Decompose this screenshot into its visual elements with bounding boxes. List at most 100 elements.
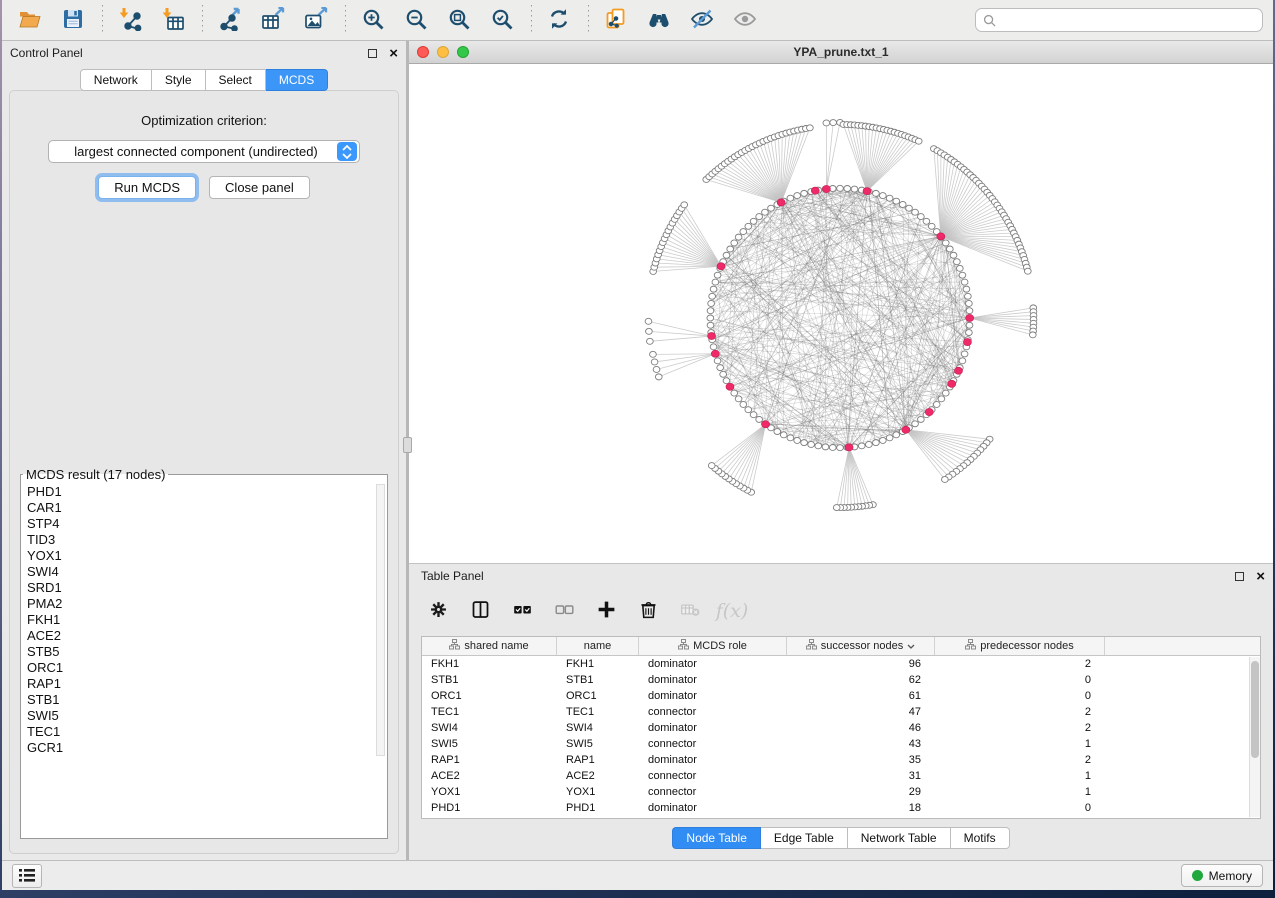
- show-all-button[interactable]: [727, 4, 763, 36]
- table-scrollbar-thumb[interactable]: [1251, 661, 1259, 758]
- zoom-in-icon: [361, 7, 385, 34]
- open-file-button[interactable]: [12, 4, 48, 36]
- delete-row-button[interactable]: [633, 596, 663, 626]
- mcds-result-item[interactable]: SRD1: [27, 580, 381, 596]
- select-all-button[interactable]: [507, 596, 537, 626]
- vertical-splitter[interactable]: [406, 41, 409, 860]
- export-image-button[interactable]: [298, 4, 334, 36]
- table-cell: YOX1: [422, 786, 557, 798]
- unselect-all-icon: [554, 599, 575, 623]
- close-panel-button[interactable]: Close panel: [209, 176, 310, 199]
- table-row[interactable]: FKH1FKH1dominator962: [422, 656, 1260, 672]
- table-cell: STB1: [422, 674, 557, 686]
- mcds-result-item[interactable]: PMA2: [27, 596, 381, 612]
- mcds-result-item[interactable]: FKH1: [27, 612, 381, 628]
- tab-network-table[interactable]: Network Table: [848, 827, 951, 849]
- save-session-button[interactable]: [55, 4, 91, 36]
- tab-motifs[interactable]: Motifs: [951, 827, 1010, 849]
- table-row[interactable]: ORC1ORC1dominator610: [422, 688, 1260, 704]
- table-cell: 47: [787, 706, 935, 718]
- import-network-button[interactable]: [112, 4, 148, 36]
- column-header-predecessor-nodes[interactable]: predecessor nodes: [935, 637, 1105, 655]
- task-history-button[interactable]: [12, 864, 42, 888]
- tab-network[interactable]: Network: [80, 69, 152, 91]
- first-neighbors-button[interactable]: [641, 4, 677, 36]
- settings-button[interactable]: [423, 596, 453, 626]
- mcds-result-item[interactable]: STP4: [27, 516, 381, 532]
- network-window-title: YPA_prune.txt_1: [409, 45, 1273, 59]
- memory-button[interactable]: Memory: [1181, 864, 1263, 887]
- toolbar-separator: [588, 5, 589, 35]
- mcds-result-item[interactable]: STB5: [27, 644, 381, 660]
- tab-node-table[interactable]: Node Table: [672, 827, 761, 849]
- export-network-button[interactable]: [212, 4, 248, 36]
- unselect-all-button[interactable]: [549, 596, 579, 626]
- tab-edge-table[interactable]: Edge Table: [761, 827, 848, 849]
- column-header-shared-name[interactable]: shared name: [422, 637, 557, 655]
- float-table-panel-icon[interactable]: [1235, 572, 1244, 581]
- table-row[interactable]: SWI5SWI5connector431: [422, 736, 1260, 752]
- network-canvas[interactable]: [409, 64, 1273, 563]
- network-window-titlebar[interactable]: YPA_prune.txt_1: [409, 41, 1273, 64]
- mcds-result-item[interactable]: SWI5: [27, 708, 381, 724]
- select-all-icon: [512, 599, 533, 623]
- mcds-list-scrollbar[interactable]: [376, 484, 385, 756]
- close-table-panel-icon[interactable]: ×: [1256, 572, 1265, 581]
- table-row[interactable]: SWI4SWI4dominator462: [422, 720, 1260, 736]
- column-label: predecessor nodes: [980, 640, 1074, 652]
- column-header-successor-nodes[interactable]: successor nodes: [787, 637, 935, 655]
- mcds-result-item[interactable]: ACE2: [27, 628, 381, 644]
- mcds-result-item[interactable]: STB1: [27, 692, 381, 708]
- tab-select[interactable]: Select: [206, 69, 266, 91]
- table-cell: 0: [935, 802, 1105, 814]
- table-cell: ACE2: [557, 770, 639, 782]
- mcds-result-item[interactable]: SWI4: [27, 564, 381, 580]
- table-scrollbar[interactable]: [1249, 657, 1260, 817]
- table-toolbar: f(x): [409, 588, 1273, 634]
- mcds-result-item[interactable]: PHD1: [27, 484, 381, 500]
- import-network-icon: [118, 7, 142, 34]
- mcds-result-item[interactable]: TID3: [27, 532, 381, 548]
- table-panel-header: Table Panel ×: [409, 564, 1273, 588]
- optimization-criterion-select[interactable]: largest connected component (undirected): [48, 140, 360, 163]
- refresh-view-button[interactable]: [541, 4, 577, 36]
- column-header-MCDS-role[interactable]: MCDS role: [639, 637, 787, 655]
- node-table: shared namenameMCDS rolesuccessor nodes p…: [421, 636, 1261, 819]
- zoom-in-button[interactable]: [355, 4, 391, 36]
- export-table-button[interactable]: [255, 4, 291, 36]
- zoom-selected-button[interactable]: [484, 4, 520, 36]
- table-cell: ORC1: [422, 690, 557, 702]
- zoom-out-button[interactable]: [398, 4, 434, 36]
- mcds-result-item[interactable]: ORC1: [27, 660, 381, 676]
- float-panel-icon[interactable]: [368, 49, 377, 58]
- hide-selected-button[interactable]: [684, 4, 720, 36]
- zoom-fit-button[interactable]: [441, 4, 477, 36]
- mcds-result-list[interactable]: PHD1CAR1STP4TID3YOX1SWI4SRD1PMA2FKH1ACE2…: [21, 482, 387, 758]
- duplicate-network-button[interactable]: [598, 4, 634, 36]
- mcds-result-item[interactable]: GCR1: [27, 740, 381, 756]
- tab-style[interactable]: Style: [152, 69, 206, 91]
- mcds-result-item[interactable]: CAR1: [27, 500, 381, 516]
- mcds-result-item[interactable]: YOX1: [27, 548, 381, 564]
- add-row-button[interactable]: [591, 596, 621, 626]
- toolbar-separator: [531, 5, 532, 35]
- mcds-result-item[interactable]: TEC1: [27, 724, 381, 740]
- splitter-grip[interactable]: [403, 437, 412, 453]
- table-row[interactable]: STB1STB1dominator620: [422, 672, 1260, 688]
- table-row[interactable]: ACE2ACE2connector311: [422, 768, 1260, 784]
- tab-mcds[interactable]: MCDS: [266, 69, 328, 91]
- run-mcds-button[interactable]: Run MCDS: [98, 176, 196, 199]
- table-cell: FKH1: [422, 658, 557, 670]
- search-input[interactable]: [1001, 13, 1255, 27]
- table-row[interactable]: YOX1YOX1connector291: [422, 784, 1260, 800]
- close-panel-icon[interactable]: ×: [389, 49, 398, 58]
- mcds-result-item[interactable]: RAP1: [27, 676, 381, 692]
- table-row[interactable]: PHD1PHD1dominator180: [422, 800, 1260, 816]
- import-table-button[interactable]: [155, 4, 191, 36]
- table-cell: dominator: [639, 658, 787, 670]
- table-row[interactable]: TEC1TEC1connector472: [422, 704, 1260, 720]
- table-row[interactable]: RAP1RAP1dominator352: [422, 752, 1260, 768]
- toolbar-separator: [102, 5, 103, 35]
- show-columns-button[interactable]: [465, 596, 495, 626]
- column-header-name[interactable]: name: [557, 637, 639, 655]
